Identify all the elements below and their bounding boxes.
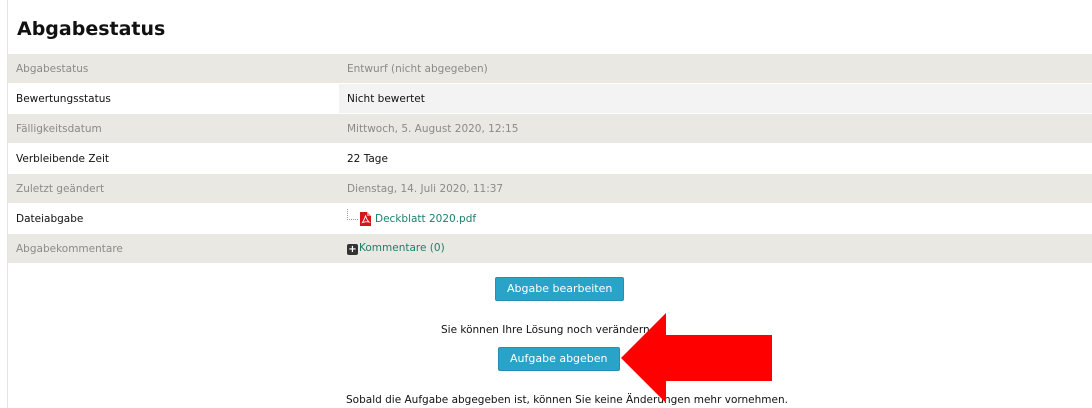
table-row: Fälligkeitsdatum Mittwoch, 5. August 202… [8,113,1092,144]
row-value: 22 Tage [339,143,1092,174]
table-row: Bewertungsstatus Nicht bewertet [8,83,1092,114]
row-label: Abgabekommentare [8,233,339,264]
can-change-note: Sie können Ihre Lösung noch verändern [441,324,650,336]
red-arrow-icon [621,313,772,403]
row-value: Nicht bewertet [339,83,1092,114]
row-label: Dateiabgabe [8,203,339,234]
row-label: Verbleibende Zeit [8,143,339,174]
row-label: Bewertungsstatus [8,83,339,114]
row-value: + Kommentare (0) [339,233,1092,264]
edit-submission-button[interactable]: Abgabe bearbeiten [495,277,625,301]
file-entry: Deckblatt 2020.pdf [347,209,476,226]
table-row: Dateiabgabe Deckblatt 2020.pdf [8,203,1092,234]
pdf-icon [360,211,371,226]
row-label: Zuletzt geändert [8,173,339,204]
row-value: Dienstag, 14. Juli 2020, 11:37 [339,173,1092,204]
page-title: Abgabestatus [17,18,166,40]
row-label: Fälligkeitsdatum [8,113,339,144]
table-row: Verbleibende Zeit 22 Tage [8,143,1092,174]
row-value: Deckblatt 2020.pdf [339,203,1092,234]
table-row: Abgabekommentare + Kommentare (0) [8,233,1092,264]
table-row: Abgabestatus Entwurf (nicht abgegeben) [8,54,1092,84]
table-row: Zuletzt geändert Dienstag, 14. Juli 2020… [8,173,1092,204]
row-value: Mittwoch, 5. August 2020, 12:15 [339,113,1092,144]
submission-status-table: Abgabestatus Entwurf (nicht abgegeben) B… [8,54,1092,264]
file-link[interactable]: Deckblatt 2020.pdf [375,213,476,225]
row-label: Abgabestatus [8,54,339,84]
plus-icon[interactable]: + [347,244,358,255]
comments-link[interactable]: Kommentare (0) [359,242,445,254]
submit-assignment-button[interactable]: Aufgabe abgeben [498,347,620,371]
row-value: Entwurf (nicht abgegeben) [339,54,1092,84]
tree-connector [347,209,358,221]
